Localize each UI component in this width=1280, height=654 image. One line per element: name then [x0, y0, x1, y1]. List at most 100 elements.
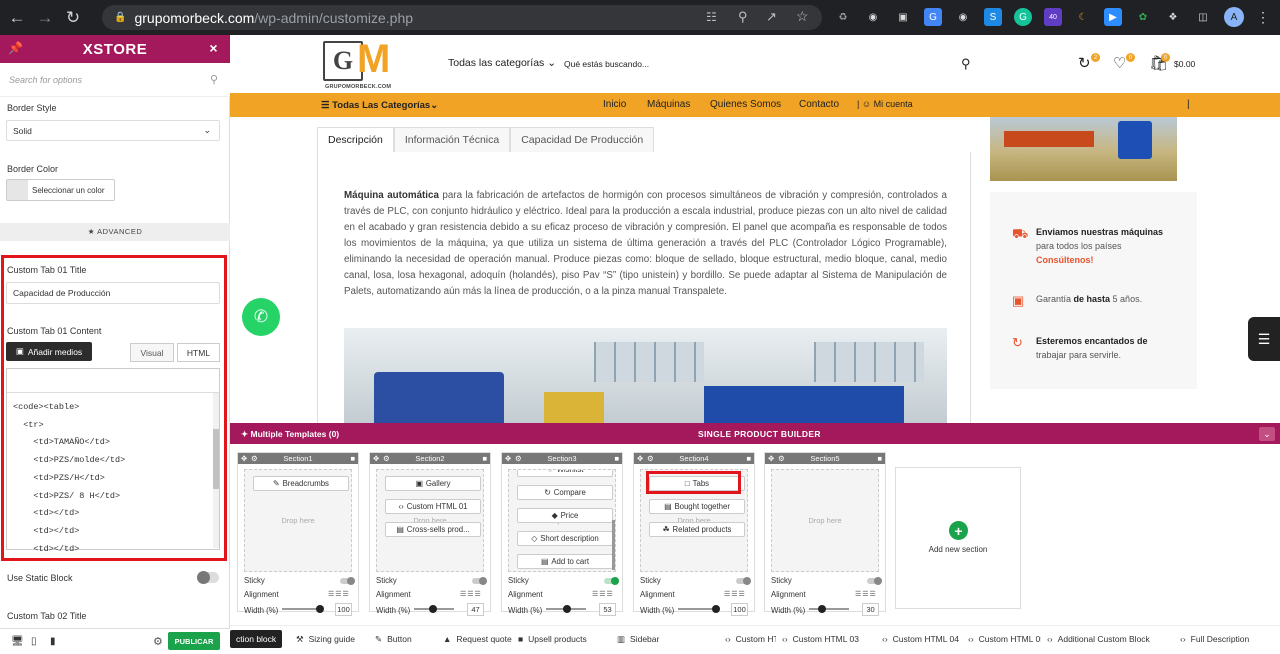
width-slider[interactable] [414, 605, 454, 613]
width-value-input[interactable]: 100 [335, 603, 352, 616]
sidepanel-icon[interactable]: ◫ [1194, 8, 1212, 26]
gear-icon[interactable]: ⚙ [383, 453, 390, 464]
strip-element-full-description[interactable]: ‹› Full Description [1174, 630, 1256, 648]
element-gallery[interactable]: ▣ Gallery [385, 476, 481, 491]
move-icon[interactable]: ✥ [241, 453, 247, 464]
reload-icon[interactable]: ↻ [62, 7, 84, 29]
editor-scrollbar-thumb[interactable] [213, 429, 219, 489]
section-header[interactable]: ✥ ⚙ Section1 ■ [238, 453, 358, 464]
screen-extension-icon[interactable]: ▣ [894, 8, 912, 26]
wishlist-heart-icon[interactable]: ♡ [1113, 54, 1126, 72]
section-drop-area[interactable]: Drop here [771, 469, 879, 572]
trash-icon[interactable]: ■ [746, 453, 751, 464]
sticky-toggle[interactable] [867, 577, 882, 585]
alignment-options-icon[interactable]: ☰☰☰ [460, 590, 482, 598]
video-extension-icon[interactable]: ▶ [1104, 8, 1122, 26]
gear-icon[interactable]: ⚙ [515, 453, 522, 464]
strip-element-custom-html-04[interactable]: ‹› Custom HTML 04 [876, 630, 965, 648]
grammarly-extension-icon[interactable]: G [1014, 8, 1032, 26]
benefit1-link[interactable]: Consúltenos! [1036, 255, 1094, 265]
nav-item-contacto[interactable]: Contacto [799, 99, 839, 110]
builder-section-5[interactable]: ✥ ⚙ Section5 ■ Drop here Sticky Alignment ☰☰☰ Wi… [764, 452, 886, 616]
strip-element-additional-custom-block[interactable]: ‹› Additional Custom Block [1041, 630, 1156, 648]
profile-avatar[interactable]: A [1224, 7, 1244, 27]
element-compare[interactable]: ↻ Compare [517, 485, 613, 500]
section-scrollbar[interactable] [612, 520, 615, 570]
badge-extension-icon[interactable]: 40 [1044, 8, 1062, 26]
nav-item-inicio[interactable]: Inicio [603, 99, 626, 110]
width-value-input[interactable]: 47 [467, 603, 484, 616]
forward-arrow-icon[interactable]: → [34, 7, 56, 29]
element-short-description[interactable]: ◇ Short description [517, 531, 613, 546]
element-related-products[interactable]: ☘ Related products [649, 522, 745, 537]
alignment-options-icon[interactable]: ☰☰☰ [724, 590, 746, 598]
mobile-preview-icon[interactable]: ▮ [50, 636, 56, 647]
nav-item-account[interactable]: | ☺ Mi cuenta [857, 99, 913, 109]
product-thumbnail-harvest[interactable] [990, 117, 1177, 181]
s-extension-icon[interactable]: S [984, 8, 1002, 26]
html-content-editor[interactable]: <code><table> <tr> <td>TAMAÑO</td> <td>P… [6, 368, 220, 554]
border-style-select[interactable]: Solid ⌄ [6, 120, 220, 141]
camera-extension-icon[interactable]: ◉ [954, 8, 972, 26]
search-icon[interactable]: ⚲ [961, 56, 971, 72]
width-slider-knob[interactable] [428, 605, 437, 613]
recycle-extension-icon[interactable]: ♻ [834, 8, 852, 26]
menu-kebab-icon[interactable]: ⋮ [1254, 8, 1272, 26]
code-content[interactable]: <code><table> <tr> <td>TAMAÑO</td> <td>P… [13, 399, 125, 558]
element-custom-html-01[interactable]: ‹› Custom HTML 01 [385, 499, 481, 514]
element-wishlist[interactable]: ♡ Wishlist [517, 470, 613, 477]
pin-icon[interactable]: 📌 [8, 41, 23, 55]
puzzle-extensions-icon[interactable]: ❖ [1164, 8, 1182, 26]
cart-total[interactable]: $0.00 [1174, 59, 1195, 69]
static-block-toggle[interactable] [197, 571, 219, 584]
nav-categories-menu[interactable]: ☰ Todas Las Categorías⌄ [321, 100, 438, 111]
site-logo[interactable]: G M GRUPOMORBECK.COM [323, 37, 405, 90]
width-value-input[interactable]: 30 [862, 603, 879, 616]
strip-element-custom-html-05[interactable]: ‹› Custom HTML 05 [962, 630, 1051, 648]
builder-section-3[interactable]: ✥⚙Section3■Drop here♡Wishlist↻Compare◆Pr… [501, 452, 623, 616]
close-icon[interactable]: × [209, 40, 218, 56]
moon-extension-icon[interactable]: ☾ [1074, 8, 1092, 26]
trash-icon[interactable]: ■ [482, 453, 487, 464]
gear-icon[interactable]: ⚙ [251, 453, 258, 464]
trash-icon[interactable]: ■ [350, 453, 355, 464]
strip-element-sizing-guide[interactable]: ⚒ Sizing guide [290, 630, 361, 648]
tablet-preview-icon[interactable]: ▯ [31, 636, 37, 647]
sticky-toggle[interactable] [472, 577, 487, 585]
zoom-icon[interactable]: ⚲ [738, 9, 748, 25]
sticky-toggle[interactable] [736, 577, 751, 585]
translate-icon[interactable]: ☷ [706, 10, 717, 24]
trash-icon[interactable]: ■ [877, 453, 882, 464]
strip-element-ction-block[interactable]: ction block [230, 630, 283, 648]
add-media-button[interactable]: ▣ Añadir medios [6, 342, 92, 361]
address-bar[interactable]: 🔒 grupomorbeck.com/wp-admin/customize.ph… [102, 5, 822, 30]
strip-element-request-quote[interactable]: ▲ Request quote [437, 630, 518, 648]
width-slider-knob[interactable] [817, 605, 826, 613]
leaf-extension-icon[interactable]: ✿ [1134, 8, 1152, 26]
width-slider[interactable] [282, 605, 324, 613]
strip-element-sidebar[interactable]: ▥ Sidebar [611, 630, 666, 648]
section-drop-area[interactable]: Drop here ▣ Gallery ‹› Custom HTML 01 ▤ Cross-… [376, 469, 484, 572]
publish-button[interactable]: PUBLICAR [168, 632, 220, 650]
width-slider-knob[interactable] [563, 605, 572, 613]
alignment-options-icon[interactable]: ☰☰☰ [328, 590, 350, 598]
strip-element-button[interactable]: ✎ Button [369, 630, 418, 648]
add-new-section-button[interactable]: + Add new section [895, 467, 1021, 609]
width-value-input[interactable]: 53 [599, 603, 616, 616]
width-slider-knob[interactable] [316, 605, 324, 613]
options-search[interactable]: Search for options ⚲ [0, 63, 230, 97]
section-drop-area[interactable]: Drop here ✎ Breadcrumbs [244, 469, 352, 572]
move-icon[interactable]: ✥ [768, 453, 774, 464]
section-header[interactable]: ✥ ⚙ Section5 ■ [765, 453, 885, 464]
width-slider[interactable] [546, 605, 586, 613]
desktop-preview-icon[interactable]: 🖥 [11, 636, 24, 647]
strip-element-custom-html-03[interactable]: ‹› Custom HTML 03 [776, 630, 865, 648]
visual-tab[interactable]: Visual [130, 343, 174, 362]
multiple-templates-button[interactable]: ✦ Multiple Templates (0) [241, 429, 339, 440]
sidebar-drawer-toggle[interactable]: ☰ [1248, 317, 1280, 361]
html-tab[interactable]: HTML [177, 343, 220, 362]
element-price[interactable]: ◆ Price [517, 508, 613, 523]
move-icon[interactable]: ✥ [637, 453, 643, 464]
translate-extension-icon[interactable]: G [924, 8, 942, 26]
section-header[interactable]: ✥ ⚙ Section4 ■ [634, 453, 754, 464]
